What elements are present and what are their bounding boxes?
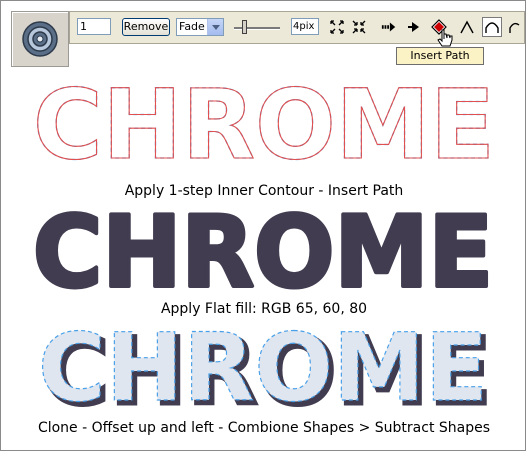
caption-step1: Apply 1-step Inner Contour - Insert Path bbox=[124, 183, 404, 199]
artwork-canvas: CHROME CHROME CHROME CHROME CHROME bbox=[31, 68, 496, 428]
inner-contour-word: CHROME bbox=[33, 69, 495, 181]
flat-fill-word: CHROME bbox=[33, 196, 493, 310]
bevel-face-word: CHROME bbox=[38, 314, 488, 423]
caption-step3: Clone - Offset up and left - Combione Sh… bbox=[37, 420, 491, 436]
window-frame: 1 Remove Fade 4pix Insert Path CHROME CH… bbox=[0, 0, 526, 451]
caption-step2: Apply Flat fill: RGB 65, 60, 80 bbox=[160, 301, 368, 317]
